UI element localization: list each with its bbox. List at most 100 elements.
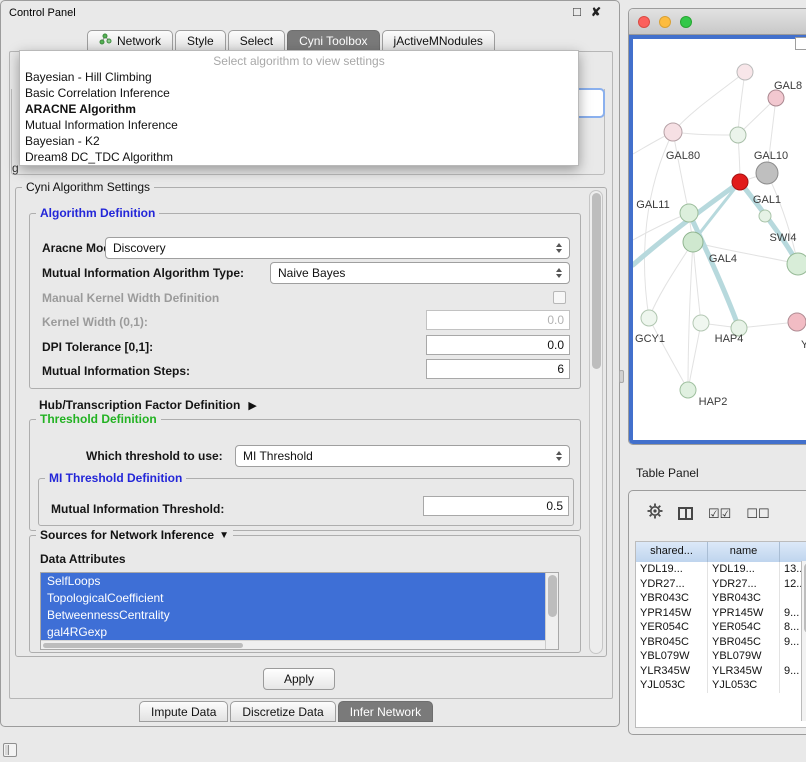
which-threshold-label: Which threshold to use: (86, 449, 223, 463)
list-item[interactable]: TopologicalCoefficient (41, 590, 545, 607)
settings-scrollbar-thumb[interactable] (592, 193, 601, 369)
network-graph: GAL8 GAL80 GAL10 GAL11 GAL1 SWI4 GAL4 GC… (633, 39, 806, 442)
control-panel-tabs: Network Style Select Cyni Toolbox jActiv… (87, 30, 495, 51)
node[interactable] (680, 382, 696, 398)
table-row[interactable]: YLR345WYLR345W9... (636, 664, 806, 679)
dropdown-item-basic-correlation[interactable]: Basic Correlation Inference (20, 85, 578, 101)
mi-threshold-field[interactable] (423, 496, 569, 516)
tab-infer-network[interactable]: Infer Network (338, 701, 433, 722)
tab-discretize-data[interactable]: Discretize Data (230, 701, 335, 722)
node[interactable] (759, 210, 771, 222)
settings-scrollbar[interactable] (589, 190, 603, 654)
dropdown-item-bayesian-hill[interactable]: Bayesian - Hill Climbing (20, 69, 578, 85)
tab-select[interactable]: Select (228, 30, 285, 51)
dropdown-placeholder: Select algorithm to view settings (20, 53, 578, 69)
dropdown-item-dream8[interactable]: Dream8 DC_TDC Algorithm (20, 149, 578, 165)
dropdown-item-bayesian-k2[interactable]: Bayesian - K2 (20, 133, 578, 149)
list-horizontal-scrollbar[interactable] (41, 640, 545, 649)
combo-arrows-icon (556, 243, 562, 253)
node-selected-red[interactable] (732, 174, 748, 190)
mi-type-label: Mutual Information Algorithm Type: (42, 266, 244, 280)
list-vertical-scrollbar[interactable] (545, 573, 558, 649)
network-window-titlebar[interactable] (629, 9, 806, 35)
data-attributes-label: Data Attributes (40, 552, 126, 566)
tab-jactivemodules[interactable]: jActiveMNodules (382, 30, 495, 51)
table-row[interactable]: YPR145WYPR145W9... (636, 606, 806, 621)
node[interactable] (664, 123, 682, 141)
dpi-tolerance-field[interactable] (426, 335, 570, 355)
settings-gear-icon[interactable] (647, 503, 663, 524)
tab-style[interactable]: Style (175, 30, 226, 51)
hub-section-label: Hub/Transcription Factor Definition (39, 398, 240, 412)
table-row[interactable]: YJL053CYJL053C (636, 678, 806, 693)
node-gal10[interactable] (756, 162, 778, 184)
list-hscrollbar-thumb[interactable] (43, 643, 243, 648)
tab-impute-data[interactable]: Impute Data (139, 701, 228, 722)
column-header-extra[interactable] (780, 542, 806, 562)
collapsed-arrow-icon: ▶ (248, 399, 256, 412)
splitter-handle[interactable] (619, 370, 624, 383)
tab-network[interactable]: Network (87, 30, 173, 51)
which-threshold-combo[interactable]: MI Threshold (235, 445, 570, 467)
sources-group-title[interactable]: Sources for Network Inference ▼ (36, 528, 233, 542)
table-row[interactable]: YDL19...YDL19...13... (636, 562, 806, 577)
node[interactable] (730, 127, 746, 143)
node[interactable] (768, 90, 784, 106)
data-attributes-list: SelfLoops TopologicalCoefficient Between… (40, 572, 559, 650)
dropdown-item-aracne[interactable]: ARACNE Algorithm (20, 101, 578, 117)
select-all-columns-icon[interactable]: ☑☑ (708, 506, 731, 522)
apply-button[interactable]: Apply (263, 668, 335, 690)
column-layout-icon[interactable] (678, 507, 693, 520)
node-label: SWI4 (770, 232, 797, 244)
float-window-icon[interactable]: □ (573, 4, 581, 19)
deselect-all-columns-icon[interactable]: ☐☐ (746, 506, 769, 522)
table-row[interactable]: YDR27...YDR27...12... (636, 577, 806, 592)
table-panel-window: ☑☑ ☐☐ shared... name YDL19...YDL19...13.… (628, 490, 806, 735)
node-label: GAL80 (666, 150, 700, 162)
tab-cyni-toolbox[interactable]: Cyni Toolbox (287, 30, 379, 51)
column-header-name[interactable]: name (708, 542, 780, 562)
network-canvas[interactable]: GAL8 GAL80 GAL10 GAL11 GAL1 SWI4 GAL4 GC… (629, 35, 806, 444)
list-item[interactable]: SelfLoops (41, 573, 545, 590)
mi-threshold-label: Mutual Information Threshold: (51, 502, 224, 516)
algorithm-definition-group: Algorithm Definition Aracne Mode: Discov… (29, 213, 581, 389)
node-label: GAL4 (709, 253, 737, 265)
table-row[interactable]: YER054CYER054C8... (636, 620, 806, 635)
mi-type-combo[interactable]: Naive Bayes (270, 262, 570, 284)
birdseye-toggle-icon[interactable] (795, 37, 806, 50)
close-window-icon[interactable]: ✘ (591, 5, 601, 19)
list-scrollbar-thumb[interactable] (548, 575, 557, 617)
network-view-window: GAL8 GAL80 GAL10 GAL11 GAL1 SWI4 GAL4 GC… (628, 8, 806, 445)
node[interactable] (680, 204, 698, 222)
node[interactable] (693, 315, 709, 331)
zoom-traffic-light-icon[interactable] (680, 16, 692, 28)
close-traffic-light-icon[interactable] (638, 16, 650, 28)
network-nodes[interactable] (641, 64, 806, 398)
mi-steps-field[interactable] (426, 359, 570, 379)
node[interactable] (787, 253, 806, 275)
node[interactable] (788, 313, 806, 331)
combo-arrows-icon (556, 268, 562, 278)
dropdown-item-mutual-information[interactable]: Mutual Information Inference (20, 117, 578, 133)
table-row[interactable]: YBR043CYBR043C (636, 591, 806, 606)
table-row[interactable]: YBL079WYBL079W (636, 649, 806, 664)
column-header-shared-name[interactable]: shared... (636, 542, 708, 562)
algorithm-dropdown-popup: Select algorithm to view settings Bayesi… (19, 50, 579, 166)
panel-dock-icon[interactable] (3, 743, 17, 757)
table-vertical-scrollbar[interactable] (801, 561, 806, 721)
table-row[interactable]: YBR045CYBR045C9... (636, 635, 806, 650)
node-label: GCY1 (635, 333, 665, 345)
list-item[interactable]: gal4RGexp (41, 624, 545, 641)
sources-group: Sources for Network Inference ▼ Data Att… (29, 535, 581, 653)
hub-section-toggle[interactable]: Hub/Transcription Factor Definition ▶ (39, 398, 257, 412)
kernel-width-label: Kernel Width (0,1): (42, 315, 148, 329)
threshold-definition-group: Threshold Definition Which threshold to … (29, 419, 581, 531)
minimize-traffic-light-icon[interactable] (659, 16, 671, 28)
aracne-mode-combo[interactable]: Discovery (105, 237, 570, 259)
node[interactable] (737, 64, 753, 80)
node-gal4[interactable] (683, 232, 703, 252)
node[interactable] (641, 310, 657, 326)
obscured-label-fragment: g (12, 161, 19, 175)
list-item[interactable]: BetweennessCentrality (41, 607, 545, 624)
window-title: Control Panel (9, 7, 76, 19)
